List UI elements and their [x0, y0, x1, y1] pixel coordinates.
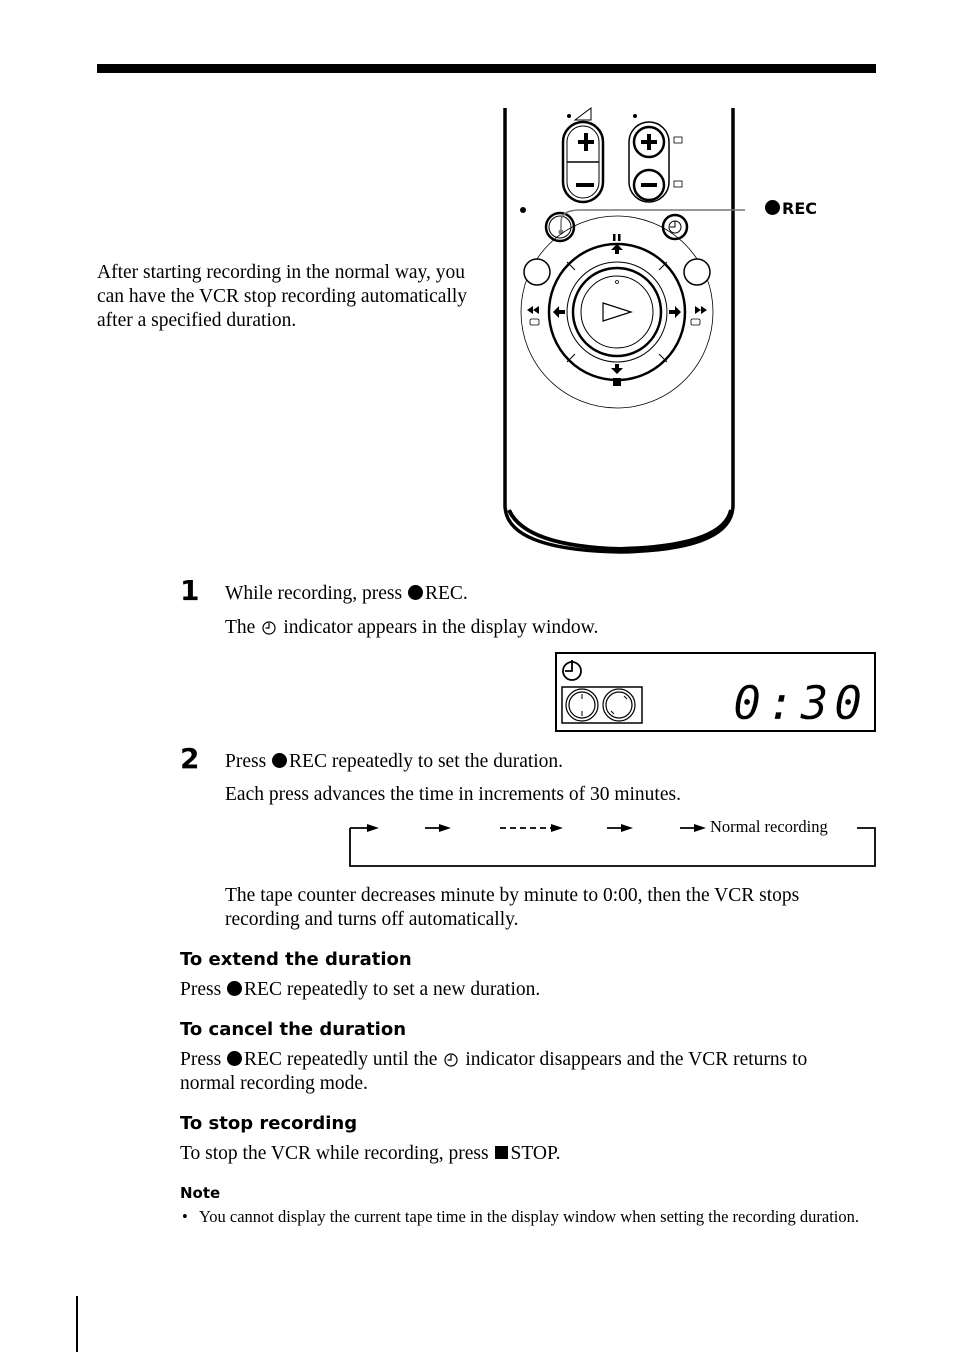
- intro-paragraph: After starting recording in the normal w…: [97, 262, 468, 331]
- rec-dot-icon: [227, 1051, 243, 1066]
- arrow-icon: [367, 824, 379, 832]
- stop-square-icon: [494, 1146, 508, 1159]
- rec-dot-icon: [765, 200, 780, 215]
- section-heading-cancel: To cancel the duration: [180, 1019, 407, 1040]
- cassette-icon: [561, 686, 643, 724]
- normal-recording-label: Normal recording: [709, 817, 829, 837]
- section-heading-stop: To stop recording: [180, 1113, 358, 1134]
- note-bullet: •: [182, 1207, 188, 1226]
- arrow-icon: [551, 824, 563, 832]
- rewind-icon: [527, 306, 539, 314]
- section-text-extend: Press REC repeatedly to set a new durati…: [180, 979, 541, 1000]
- note-heading: Note: [180, 1184, 221, 1202]
- section-heading-extend: To extend the duration: [180, 949, 412, 970]
- arrow-icon: [621, 824, 633, 832]
- note-item: You cannot display the current tape time…: [199, 1207, 860, 1226]
- step-1-detail: The indicator appears in the display wind…: [225, 617, 599, 638]
- rec-dot-icon: [407, 585, 423, 600]
- after-step-paragraph: The tape counter decreases minute by min…: [225, 885, 800, 930]
- fast-forward-icon: [695, 306, 707, 314]
- timer-icon: [262, 621, 276, 635]
- arrow-icon: [694, 824, 706, 832]
- channel-minus-icon: [641, 183, 657, 187]
- display-window: 0:30: [555, 652, 876, 732]
- step-2-detail: Each press advances the time in incremen…: [225, 784, 681, 805]
- step-number: 1: [180, 574, 200, 607]
- stop-icon: [613, 378, 621, 386]
- volume-minus-icon: [576, 183, 594, 187]
- section-text-cancel: Press REC repeatedly until the indicator …: [180, 1049, 808, 1094]
- top-rule: [97, 64, 876, 73]
- timer-icon: [444, 1053, 458, 1067]
- step-1-instruction: While recording, press REC.: [225, 583, 468, 604]
- rec-callout-label: REC: [764, 199, 817, 219]
- remote-control-illustration: [503, 107, 745, 554]
- channel-rocker: [628, 114, 683, 203]
- rec-button-illustration: [544, 211, 576, 243]
- step-number: 2: [180, 742, 200, 775]
- rec-dot-icon: [272, 753, 288, 768]
- display-time: 0:30: [733, 676, 868, 730]
- rec-callout-line: [560, 209, 745, 232]
- volume-rocker: [561, 107, 605, 204]
- page-edge-rule: [76, 1296, 78, 1352]
- pause-icon: [613, 234, 616, 241]
- section-text-stop: To stop the VCR while recording, press S…: [180, 1143, 561, 1164]
- arrow-icon: [439, 824, 451, 832]
- rec-dot-icon: [227, 981, 243, 996]
- step-2-instruction: Press REC repeatedly to set the duration…: [225, 751, 564, 772]
- timer-indicator-icon: [562, 660, 582, 681]
